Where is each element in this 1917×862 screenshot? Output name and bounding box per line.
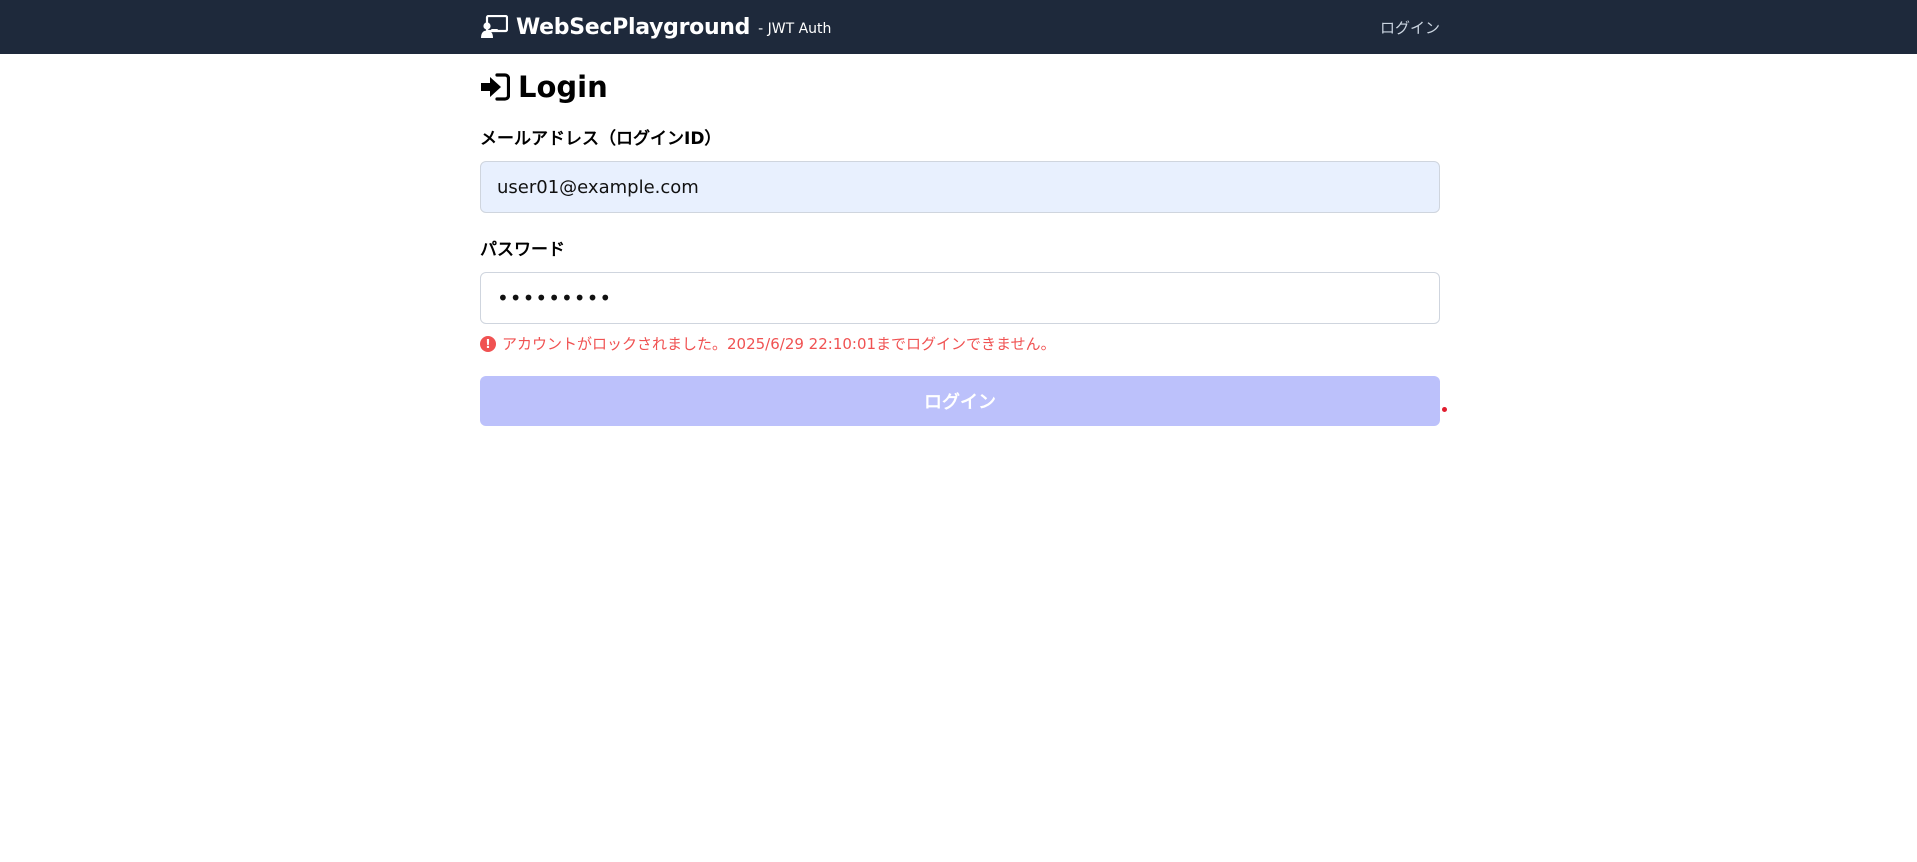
sign-in-icon [481,73,510,101]
page-title: Login [480,69,1440,105]
brand-title: WebSecPlayground [516,14,751,40]
password-label: パスワード [480,240,565,260]
cursor-marker [1442,407,1447,412]
exclamation-circle-icon: ! [480,335,496,352]
page-title-text: Login [518,70,608,104]
error-message: ! アカウントがロックされました。2025/6/29 22:10:01までログイ… [480,333,1440,354]
email-field[interactable]: user01@example.com [480,161,1440,213]
navbar: WebSecPlayground - JWT Auth ログイン [0,0,1917,54]
brand[interactable]: WebSecPlayground - JWT Auth [480,15,831,40]
presentation-user-icon [481,15,508,38]
error-text: アカウントがロックされました。2025/6/29 22:10:01までログインで… [502,335,1056,353]
login-button[interactable]: ログイン [480,376,1440,426]
navbar-inner: WebSecPlayground - JWT Auth ログイン [480,0,1440,54]
brand-subtitle: - JWT Auth [758,21,832,37]
email-label: メールアドレス（ログインID） [480,129,722,149]
password-field[interactable]: ••••••••• [480,272,1440,324]
login-main: Login メールアドレス（ログインID） user01@example.com… [480,54,1440,426]
nav-login-link[interactable]: ログイン [1380,17,1440,38]
